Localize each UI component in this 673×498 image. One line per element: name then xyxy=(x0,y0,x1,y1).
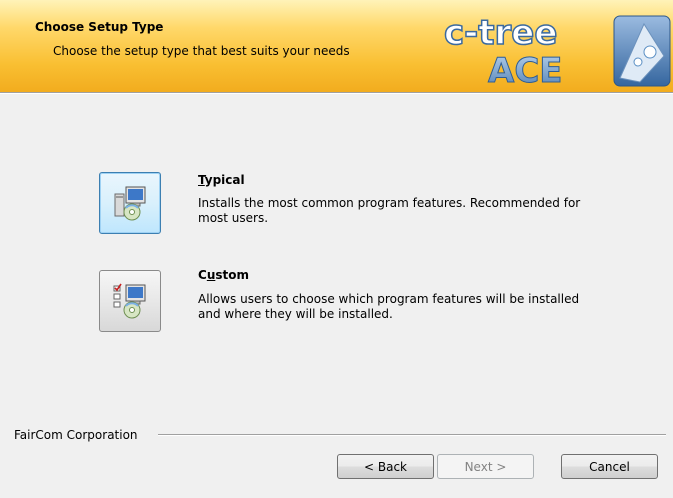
typical-description: Installs the most common program feature… xyxy=(198,196,581,225)
typical-button[interactable] xyxy=(99,172,161,234)
next-button[interactable]: Next > xyxy=(437,454,534,479)
ctree-ace-logo: c-tree ACE xyxy=(443,12,671,90)
custom-description: Allows users to choose which program fea… xyxy=(198,292,580,321)
logo-text-bottom: ACE xyxy=(488,51,563,90)
company-name: FairCom Corporation xyxy=(14,428,138,442)
logo-emblem xyxy=(613,15,671,87)
computer-cd-checklist-icon xyxy=(113,283,146,319)
back-button[interactable]: < Back xyxy=(337,454,434,479)
computer-cd-icon xyxy=(114,186,146,221)
cancel-button[interactable]: Cancel xyxy=(561,454,658,479)
custom-button[interactable] xyxy=(99,270,161,332)
footer-divider xyxy=(158,434,666,436)
typical-title: Typical xyxy=(198,173,245,187)
header-divider xyxy=(0,92,673,94)
page-title: Choose Setup Type xyxy=(35,20,164,34)
custom-title: Custom xyxy=(198,268,249,282)
logo-text-top: c-tree xyxy=(444,13,557,53)
page-subtitle: Choose the setup type that best suits yo… xyxy=(53,44,350,58)
